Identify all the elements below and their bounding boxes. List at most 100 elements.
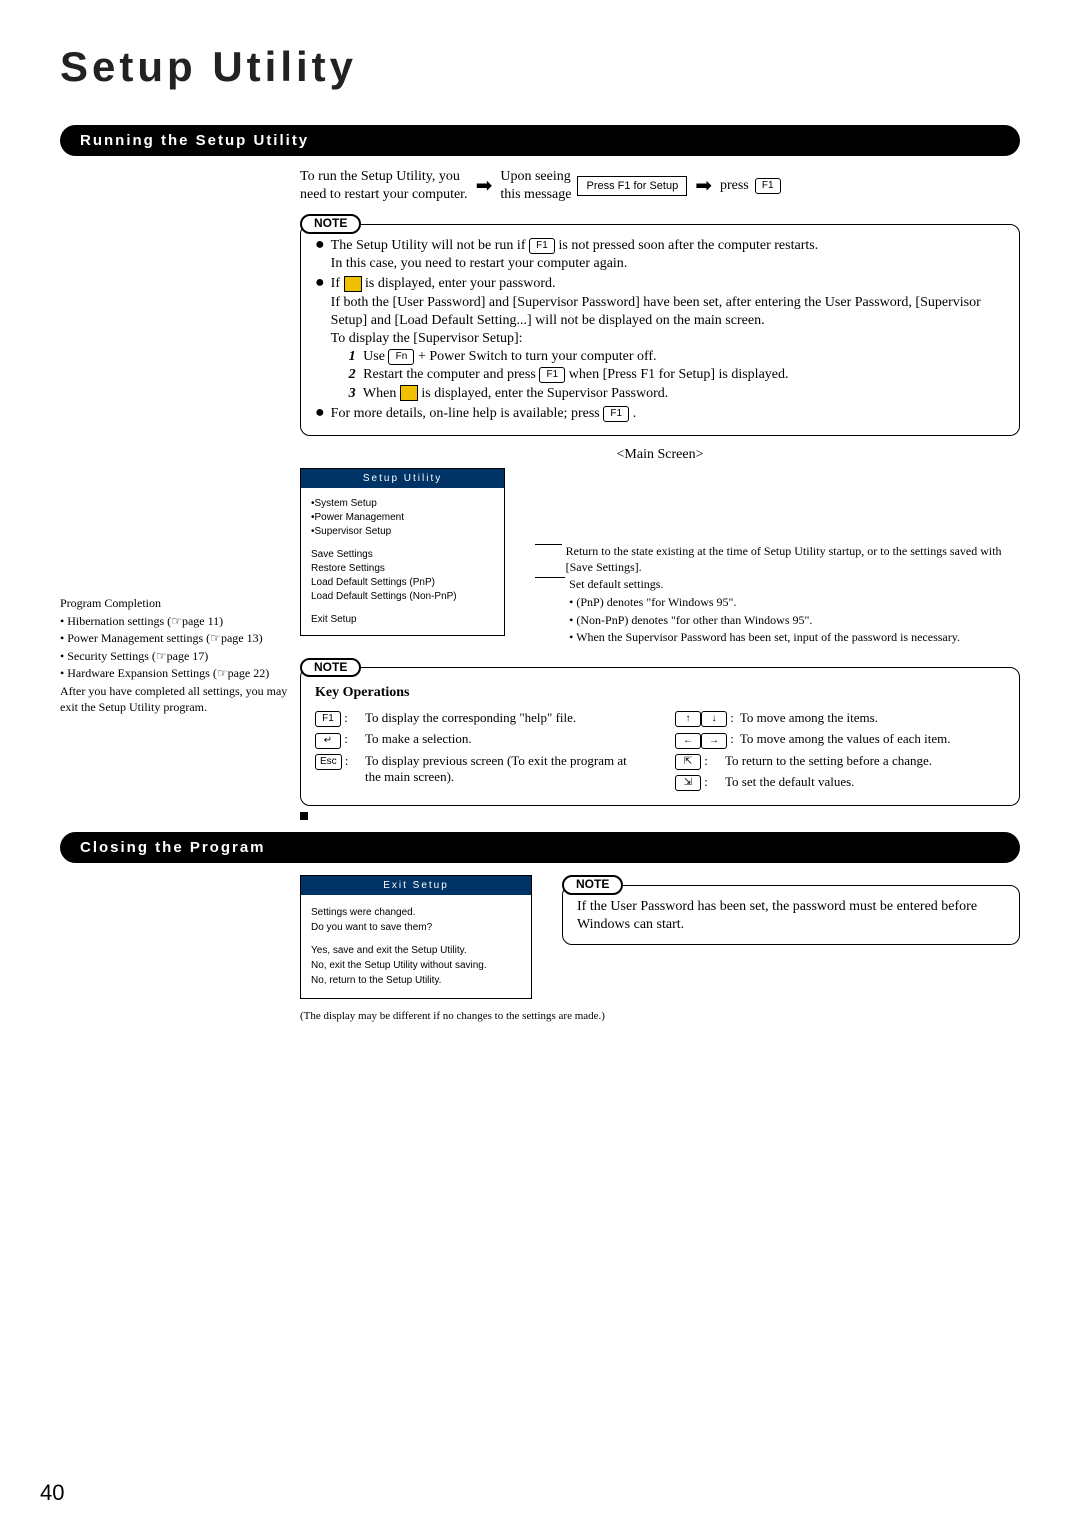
sidebar-l2: • Power Management settings (	[60, 631, 210, 645]
keyop-d4: To move among the items.	[740, 710, 878, 727]
note1-b2d: To display the [Supervisor Setup]:	[331, 330, 1005, 348]
exit-q1: Settings were changed.	[311, 905, 521, 920]
exit-q2: Do you want to save them?	[311, 920, 521, 935]
screen-item: Restore Settings	[311, 562, 494, 575]
sidebar-p4: page 22)	[228, 666, 270, 680]
step-2a: Restart the computer and press	[363, 367, 539, 382]
screen-item: Load Default Settings (PnP)	[311, 576, 494, 589]
flow-text-3: press	[720, 177, 749, 195]
sidebar-l3: • Security Settings (	[60, 649, 156, 663]
key-ops-title: Key Operations	[315, 684, 1005, 702]
running-header: Running the Setup Utility	[60, 125, 1020, 157]
step-3a: When	[363, 386, 400, 401]
closing-header: Closing the Program	[60, 832, 1020, 864]
annot-a3: • (PnP) denotes "for Windows 95".	[569, 595, 1020, 611]
closing-note-text: If the User Password has been set, the p…	[577, 899, 977, 932]
screen-item: •System Setup	[311, 497, 494, 510]
footnote: (The display may be different if no chan…	[300, 1009, 1020, 1023]
press-f1-msgbox: Press F1 for Setup	[577, 176, 687, 196]
program-completion-sidebar: Program Completion • Hibernation setting…	[60, 596, 300, 826]
annot-a4: • (Non-PnP) denotes "for other than Wind…	[569, 613, 1020, 629]
sidebar-p3: page 17)	[167, 649, 209, 663]
down-key-icon: ↓	[701, 711, 727, 727]
exit-o1: Yes, save and exit the Setup Utility.	[311, 943, 521, 958]
screen-item: Load Default Settings (Non-PnP)	[311, 590, 494, 603]
exit-setup-box: Exit Setup Settings were changed. Do you…	[300, 875, 532, 999]
step-1b: + Power Switch to turn your computer off…	[418, 349, 657, 364]
note1-b1c: In this case, you need to restart your c…	[331, 255, 819, 273]
section-end-square	[300, 812, 308, 820]
home-key-icon: ⇱	[675, 754, 701, 770]
flow-row: To run the Setup Utility, you need to re…	[300, 168, 1020, 204]
keyop-d3: To display previous screen (To exit the …	[365, 753, 645, 787]
step-3-num: 3	[349, 386, 356, 401]
step-1-num: 1	[349, 349, 356, 364]
right-key-icon: →	[701, 733, 727, 749]
f1-key-icon: F1	[315, 711, 341, 727]
page-number: 40	[40, 1479, 64, 1508]
note-box-3: If the User Password has been set, the p…	[562, 885, 1020, 945]
annot-a2: Set default settings.	[569, 577, 663, 593]
bullet-icon: ●	[315, 237, 325, 273]
note1-b1b: is not pressed soon after the computer r…	[558, 238, 818, 253]
pointer-icon: ☞	[217, 666, 228, 680]
exit-title: Exit Setup	[301, 876, 531, 895]
note-box-1: ● The Setup Utility will not be run if F…	[300, 224, 1020, 436]
flow-text-2a: Upon seeing	[500, 168, 571, 186]
lock-icon	[344, 276, 362, 292]
annot-a1: Return to the state existing at the time…	[566, 544, 1020, 575]
screen-item: Exit Setup	[311, 613, 494, 626]
up-key-icon: ↑	[675, 711, 701, 727]
left-key-icon: ←	[675, 733, 701, 749]
sidebar-l4: • Hardware Expansion Settings (	[60, 666, 217, 680]
flow-text-2b: this message	[500, 186, 571, 204]
screen-item: •Power Management	[311, 511, 494, 524]
sidebar-l5: After you have completed all settings, y…	[60, 684, 300, 715]
f1-key-icon: F1	[529, 238, 555, 254]
f1-key-icon: F1	[603, 406, 629, 422]
note1-b3a: For more details, on-line help is availa…	[331, 406, 604, 421]
note1-b1a: The Setup Utility will not be run if	[331, 238, 529, 253]
step-1a: Use	[363, 349, 388, 364]
pointer-icon: ☞	[156, 649, 167, 663]
sidebar-p1: page 11)	[182, 614, 223, 628]
pointer-icon: ☞	[171, 614, 182, 628]
fn-key-icon: Fn	[388, 349, 414, 365]
flow-text-1b: need to restart your computer.	[300, 186, 468, 204]
esc-key-icon: Esc	[315, 754, 342, 770]
pointer-icon: ☞	[210, 631, 221, 645]
step-2b: when [Press F1 for Setup] is displayed.	[569, 367, 789, 382]
main-screen-label: <Main Screen>	[300, 446, 1020, 464]
sidebar-l1: • Hibernation settings (	[60, 614, 171, 628]
screen-item: Save Settings	[311, 548, 494, 561]
annot-a5: • When the Supervisor Password has been …	[569, 630, 1020, 646]
sidebar-title: Program Completion	[60, 596, 300, 612]
flow-text-1a: To run the Setup Utility, you	[300, 168, 468, 186]
screen-annotations: Return to the state existing at the time…	[535, 468, 1020, 648]
end-key-icon: ⇲	[675, 775, 701, 791]
screen-title: Setup Utility	[301, 469, 504, 488]
enter-key-icon: ↵	[315, 733, 341, 749]
bullet-icon: ●	[315, 275, 325, 402]
step-3b: is displayed, enter the Supervisor Passw…	[421, 386, 668, 401]
note1-b2b: is displayed, enter your password.	[365, 276, 556, 291]
keyop-d2: To make a selection.	[365, 731, 472, 748]
note-label: NOTE	[300, 658, 361, 678]
bullet-icon: ●	[315, 405, 325, 423]
keyop-d1: To display the corresponding "help" file…	[365, 710, 576, 727]
note1-b2c: If both the [User Password] and [Supervi…	[331, 294, 1005, 330]
exit-o2: No, exit the Setup Utility without savin…	[311, 958, 521, 973]
keyop-d5: To move among the values of each item.	[740, 731, 951, 748]
note1-b2a: If	[331, 276, 344, 291]
arrow-icon: ➡	[695, 173, 712, 199]
sidebar-p2: page 13)	[221, 631, 263, 645]
note1-b3b: .	[633, 406, 637, 421]
step-2-num: 2	[349, 367, 356, 382]
page-title: Setup Utility	[60, 40, 1020, 95]
main-screen-box: Setup Utility •System Setup •Power Manag…	[300, 468, 505, 636]
arrow-icon: ➡	[476, 173, 493, 199]
f1-key-icon: F1	[755, 178, 781, 194]
f1-key-icon: F1	[539, 367, 565, 383]
lock-icon	[400, 385, 418, 401]
note-label: NOTE	[562, 875, 623, 895]
